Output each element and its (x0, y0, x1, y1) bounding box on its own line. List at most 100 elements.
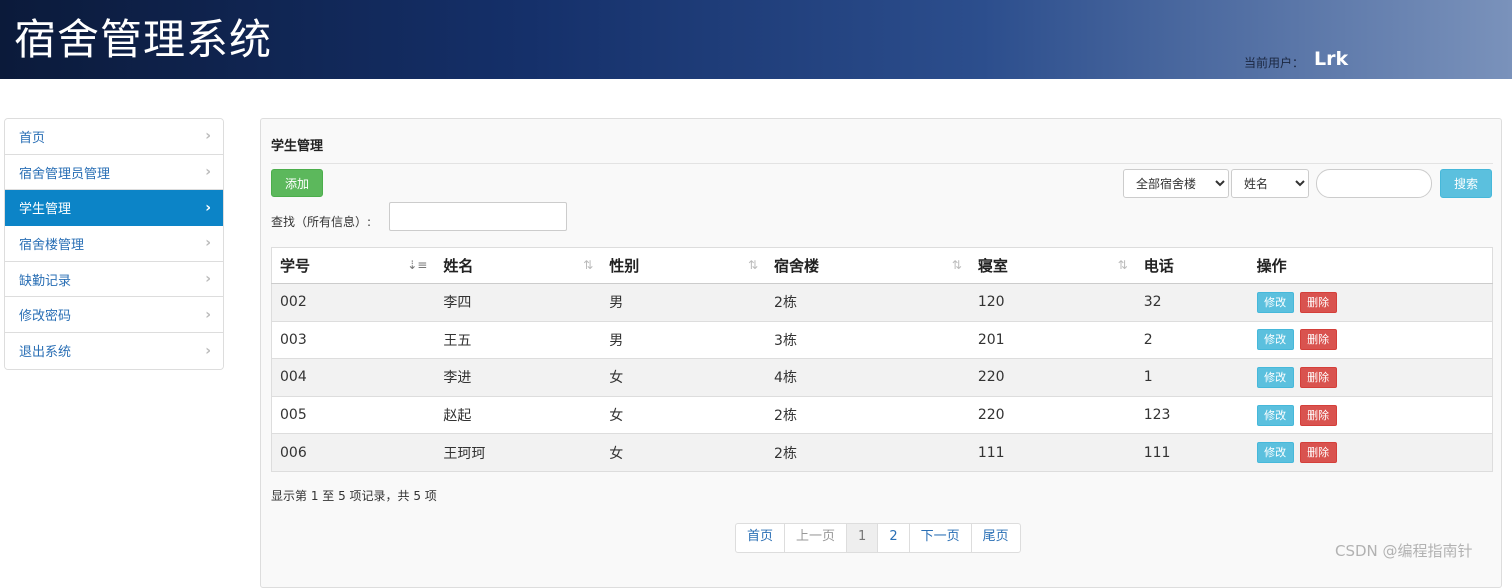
edit-button[interactable]: 修改 (1256, 404, 1294, 426)
cell-room: 220 (969, 358, 1136, 397)
sidebar-item-dorm-admin[interactable]: 宿舍管理员管理 › (5, 154, 223, 191)
table-row: 006 王珂珂 女 2栋 111 111 修改 删除 (271, 433, 1493, 472)
table-row: 002 李四 男 2栋 120 32 修改 删除 (271, 283, 1493, 322)
cell-student-id: 004 (271, 358, 436, 397)
cell-actions: 修改 删除 (1248, 320, 1493, 359)
sidebar-item-label: 修改密码 (19, 309, 72, 325)
sidebar-item-students[interactable]: 学生管理 › (5, 190, 223, 227)
edit-button[interactable]: 修改 (1256, 291, 1294, 313)
pager-prev[interactable]: 上一页 (785, 524, 848, 552)
cell-student-id: 006 (271, 433, 436, 472)
sidebar-item-home[interactable]: 首页 › (5, 119, 223, 155)
pager-page-1[interactable]: 1 (847, 524, 879, 552)
sidebar-item-label: 学生管理 (19, 202, 72, 218)
cell-room: 111 (969, 433, 1136, 472)
cell-gender: 男 (601, 320, 767, 359)
pagination: 首页 上一页 1 2 下一页 尾页 (735, 523, 1021, 553)
sidebar-item-password[interactable]: 修改密码 › (5, 297, 223, 334)
cell-name: 赵起 (435, 395, 602, 434)
cell-phone: 1 (1135, 358, 1249, 397)
chevron-right-icon: › (205, 306, 211, 323)
student-management-panel: 学生管理 添加 全部宿舍楼 姓名 搜索 查找（所有信息）: 学号 ⇣≡ 姓名 ⇅ 性… (260, 118, 1502, 588)
sidebar-item-buildings[interactable]: 宿舍楼管理 › (5, 226, 223, 262)
sort-icon: ⇅ (1117, 258, 1128, 272)
column-header-student-id[interactable]: 学号 ⇣≡ (271, 247, 436, 284)
table-row: 005 赵起 女 2栋 220 123 修改 删除 (271, 395, 1493, 434)
cell-phone: 123 (1135, 395, 1249, 434)
sidebar-item-label: 宿舍楼管理 (19, 237, 85, 253)
sidebar-item-label: 宿舍管理员管理 (19, 166, 111, 182)
column-header-room[interactable]: 寝室 ⇅ (969, 247, 1136, 284)
sort-icon: ⇅ (951, 258, 962, 272)
cell-actions: 修改 删除 (1248, 395, 1493, 434)
sidebar: 首页 › 宿舍管理员管理 › 学生管理 › 宿舍楼管理 › 缺勤记录 › 修改密… (4, 118, 224, 370)
cell-student-id: 002 (271, 283, 436, 322)
panel-title: 学生管理 (271, 139, 324, 154)
chevron-right-icon: › (205, 342, 211, 359)
cell-actions: 修改 删除 (1248, 358, 1493, 397)
table-row: 003 王五 男 3栋 201 2 修改 删除 (271, 320, 1493, 359)
chevron-right-icon: › (205, 164, 211, 181)
search-field-select[interactable]: 姓名 (1231, 169, 1309, 198)
table-header-row: 学号 ⇣≡ 姓名 ⇅ 性别 ⇅ 宿舍楼 ⇅ 寝室 ⇅ 电话 操作 (271, 247, 1493, 284)
building-filter-select[interactable]: 全部宿舍楼 (1123, 169, 1229, 198)
cell-building: 2栋 (766, 283, 970, 322)
pager-last[interactable]: 尾页 (972, 524, 1020, 552)
cell-actions: 修改 删除 (1248, 433, 1493, 472)
records-summary: 显示第 1 至 5 项记录，共 5 项 (271, 489, 437, 503)
sidebar-item-logout[interactable]: 退出系统 › (5, 333, 223, 369)
chevron-right-icon: › (205, 271, 211, 288)
cell-name: 王珂珂 (435, 433, 602, 472)
students-table: 学号 ⇣≡ 姓名 ⇅ 性别 ⇅ 宿舍楼 ⇅ 寝室 ⇅ 电话 操作 002 李四 男 2栋 … (271, 247, 1493, 472)
divider (271, 163, 1493, 164)
find-label: 查找（所有信息）: (271, 215, 372, 229)
watermark: CSDN @编程指南针 (1335, 542, 1473, 560)
search-input[interactable] (1316, 169, 1432, 198)
cell-gender: 女 (601, 433, 767, 472)
current-user-label: 当前用户： (1244, 56, 1305, 70)
column-header-name[interactable]: 姓名 ⇅ (435, 247, 602, 284)
column-header-actions: 操作 (1248, 247, 1493, 284)
column-header-building[interactable]: 宿舍楼 ⇅ (766, 247, 970, 284)
edit-button[interactable]: 修改 (1256, 366, 1294, 388)
cell-gender: 女 (601, 395, 767, 434)
pager-next[interactable]: 下一页 (910, 524, 972, 552)
search-button[interactable]: 搜索 (1440, 169, 1492, 198)
sort-asc-icon: ⇣≡ (407, 258, 428, 272)
delete-button[interactable]: 删除 (1299, 329, 1337, 351)
cell-phone: 111 (1135, 433, 1249, 472)
cell-room: 220 (969, 395, 1136, 434)
sidebar-item-absence[interactable]: 缺勤记录 › (5, 261, 223, 298)
table-row: 004 李进 女 4栋 220 1 修改 删除 (271, 358, 1493, 397)
column-header-phone: 电话 (1135, 247, 1249, 284)
delete-button[interactable]: 删除 (1299, 291, 1337, 313)
find-all-input[interactable] (389, 202, 567, 231)
cell-room: 201 (969, 320, 1136, 359)
add-button[interactable]: 添加 (271, 169, 323, 197)
cell-gender: 男 (601, 283, 767, 322)
cell-name: 王五 (435, 320, 602, 359)
current-user-name: Lrk (1314, 48, 1349, 70)
cell-building: 4栋 (766, 358, 970, 397)
delete-button[interactable]: 删除 (1299, 442, 1337, 464)
delete-button[interactable]: 删除 (1299, 366, 1337, 388)
edit-button[interactable]: 修改 (1256, 442, 1294, 464)
pager-first[interactable]: 首页 (736, 524, 786, 552)
pager-page-2[interactable]: 2 (878, 524, 910, 552)
cell-building: 3栋 (766, 320, 970, 359)
sidebar-item-label: 缺勤记录 (19, 273, 72, 289)
cell-phone: 32 (1135, 283, 1249, 322)
cell-building: 2栋 (766, 395, 970, 434)
app-title: 宿舍管理系统 (14, 15, 273, 64)
cell-student-id: 003 (271, 320, 436, 359)
delete-button[interactable]: 删除 (1299, 404, 1337, 426)
cell-phone: 2 (1135, 320, 1249, 359)
cell-name: 李进 (435, 358, 602, 397)
cell-student-id: 005 (271, 395, 436, 434)
cell-room: 120 (969, 283, 1136, 322)
edit-button[interactable]: 修改 (1256, 329, 1294, 351)
column-header-gender[interactable]: 性别 ⇅ (601, 247, 767, 284)
sort-icon: ⇅ (583, 258, 594, 272)
sidebar-item-label: 首页 (19, 130, 46, 146)
sort-icon: ⇅ (747, 258, 759, 272)
